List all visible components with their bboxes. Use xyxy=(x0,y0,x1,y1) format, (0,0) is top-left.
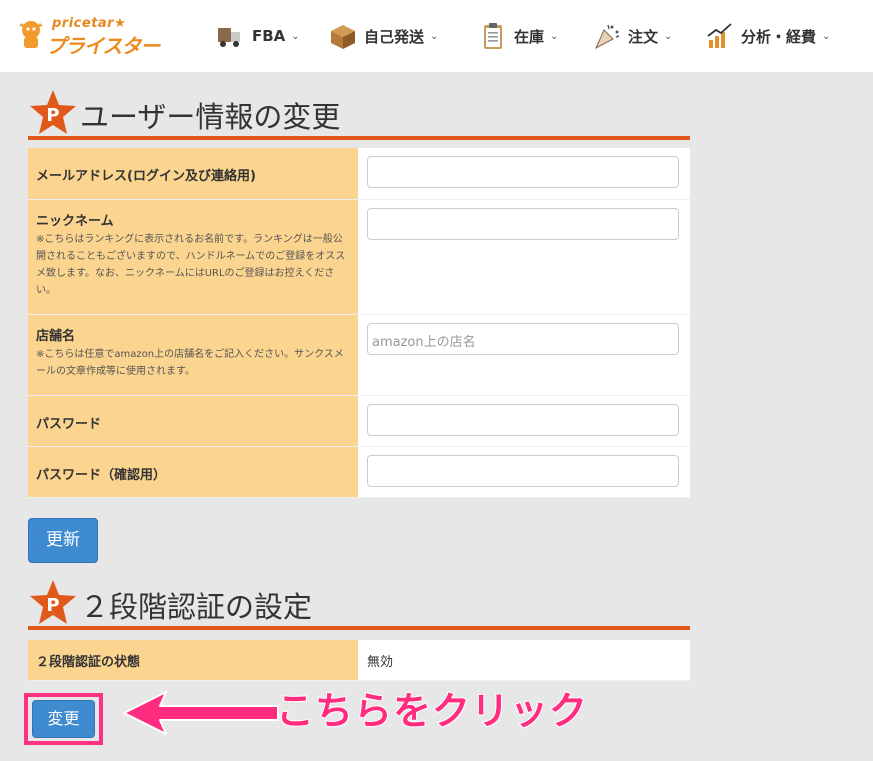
password-confirm-field[interactable] xyxy=(367,454,679,487)
title-underline xyxy=(28,136,690,140)
chevron-down-icon: ⌄ xyxy=(822,30,831,42)
store-name-label: 店舗名 xyxy=(36,328,76,344)
left-arrow-icon xyxy=(123,691,279,735)
twofa-status-row: ２段階認証の状態 無効 xyxy=(28,640,690,681)
form-label-cell: パスワード（確認用） xyxy=(28,446,358,498)
form-input-cell xyxy=(358,395,690,447)
user-info-title: ユーザー情報の変更 xyxy=(80,100,341,134)
chevron-down-icon: ⌄ xyxy=(291,30,300,42)
click-here-callout: こちらをクリック xyxy=(275,688,589,734)
user-info-form: メールアドレス(ログイン及び連絡用) ニックネーム ※こちらはランキングに表示さ… xyxy=(28,148,690,498)
nav-analysis[interactable]: 分析・経費 ⌄ xyxy=(705,18,830,54)
form-label-cell: ニックネーム ※こちらはランキングに表示されるお名前です。ランキングは一般公開さ… xyxy=(28,199,358,315)
form-input-cell xyxy=(358,446,690,498)
pricetar-logo[interactable]: pricetar★ プライスター xyxy=(18,16,188,58)
p-star-icon: P xyxy=(30,90,76,134)
form-value-cell: 無効 xyxy=(358,640,690,681)
nav-orders-label: 注文 xyxy=(628,27,659,46)
nickname-field[interactable] xyxy=(367,207,679,240)
password-label: パスワード xyxy=(36,416,102,432)
nav-fba[interactable]: FBA ⌄ xyxy=(216,18,300,54)
email-label: メールアドレス(ログイン及び連絡用) xyxy=(36,169,256,184)
nickname-note: ※こちらはランキングに表示されるお名前です。ランキングは一般公開されることもござ… xyxy=(36,233,346,296)
nav-orders[interactable]: 注文 ⌄ xyxy=(592,18,672,54)
nav-self-shipping-label: 自己発送 xyxy=(364,27,425,46)
form-row-nickname: ニックネーム ※こちらはランキングに表示されるお名前です。ランキングは一般公開さ… xyxy=(28,199,690,315)
top-header: pricetar★ プライスター FBA ⌄ 自己発送 ⌄ 在庫 ⌄ 注文 ⌄ … xyxy=(0,0,873,72)
update-button[interactable]: 更新 xyxy=(28,518,98,563)
box-icon xyxy=(331,25,355,49)
nav-inventory[interactable]: 在庫 ⌄ xyxy=(478,18,558,54)
svg-text:P: P xyxy=(46,595,59,616)
nav-self-shipping[interactable]: 自己発送 ⌄ xyxy=(328,18,438,54)
mascot-icon xyxy=(19,21,43,48)
title-underline xyxy=(28,626,690,630)
nav-inventory-label: 在庫 xyxy=(514,27,545,46)
twofa-title: ２段階認証の設定 xyxy=(80,590,313,624)
form-label-cell: パスワード xyxy=(28,395,358,447)
highlight-box xyxy=(24,693,103,745)
chevron-down-icon: ⌄ xyxy=(664,30,673,42)
twofa-status-value: 無効 xyxy=(367,655,394,670)
form-row-email: メールアドレス(ログイン及び連絡用) xyxy=(28,148,690,200)
nickname-label: ニックネーム xyxy=(36,213,114,229)
email-field[interactable] xyxy=(367,156,679,188)
form-row-store-name: 店舗名 ※こちらは任意でamazon上の店舗名をご記入ください。サンクスメールの… xyxy=(28,314,690,396)
chart-icon xyxy=(707,23,732,48)
logo-small-text: pricetar★ xyxy=(52,16,127,31)
chevron-down-icon: ⌄ xyxy=(550,30,559,42)
form-row-password-confirm: パスワード（確認用） xyxy=(28,446,690,498)
party-popper-icon xyxy=(594,24,620,50)
form-input-cell xyxy=(358,148,690,200)
store-name-field[interactable]: amazon上の店名 xyxy=(367,322,679,355)
twofa-status-label: ２段階認証の状態 xyxy=(36,655,141,670)
form-input-cell: amazon上の店名 xyxy=(358,314,690,396)
twofa-table: ２段階認証の状態 無効 xyxy=(28,640,690,681)
form-row-password: パスワード xyxy=(28,395,690,447)
form-label-cell: 店舗名 ※こちらは任意でamazon上の店舗名をご記入ください。サンクスメールの… xyxy=(28,314,358,396)
form-label-cell: ２段階認証の状態 xyxy=(28,640,358,681)
user-info-section-title: P ユーザー情報の変更 xyxy=(28,90,690,140)
p-star-icon: P xyxy=(30,580,76,624)
nav-analysis-label: 分析・経費 xyxy=(741,27,817,46)
clipboard-icon xyxy=(484,23,502,49)
password-field[interactable] xyxy=(367,403,679,436)
logo-big-text: プライスター xyxy=(46,34,160,58)
chevron-down-icon: ⌄ xyxy=(430,30,439,42)
form-input-cell xyxy=(358,199,690,315)
password-confirm-label: パスワード（確認用） xyxy=(36,467,167,483)
svg-text:P: P xyxy=(46,105,59,126)
form-label-cell: メールアドレス(ログイン及び連絡用) xyxy=(28,148,358,200)
store-name-note: ※こちらは任意でamazon上の店舗名をご記入ください。サンクスメールの文章作成… xyxy=(36,348,344,377)
twofa-section-title: P ２段階認証の設定 xyxy=(28,580,690,630)
truck-icon xyxy=(218,28,240,47)
nav-fba-label: FBA xyxy=(252,27,286,45)
